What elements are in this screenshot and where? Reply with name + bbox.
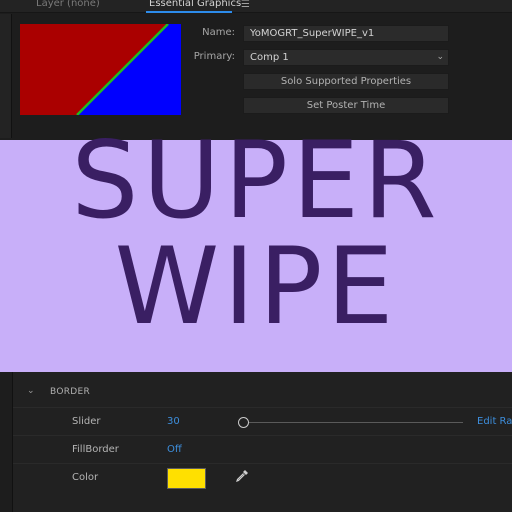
primary-select-value: Comp 1 [250, 52, 289, 63]
solo-supported-properties-button[interactable]: Solo Supported Properties [243, 73, 449, 90]
tab-essential-graphics[interactable]: Essential Graphics [149, 0, 241, 9]
name-input[interactable]: YoMOGRT_SuperWIPE_v1 [243, 25, 449, 42]
color-swatch[interactable] [167, 468, 206, 489]
primary-label: Primary: [193, 51, 235, 62]
section-title: BORDER [50, 387, 91, 397]
menu-icon[interactable]: ☰ [241, 0, 250, 10]
panel-tab-bar: Layer (none) Essential Graphics ☰ [0, 0, 512, 13]
property-row-fillborder: FillBorder Off [13, 436, 512, 464]
banner-title-line-2: WIPE [114, 225, 398, 348]
chevron-down-icon: ⌄ [436, 52, 444, 62]
name-label: Name: [202, 27, 235, 38]
slider-thumb[interactable] [238, 417, 249, 428]
property-row-slider: Slider 30 Edit Ran [13, 408, 512, 436]
poster-thumbnail [20, 24, 181, 115]
slider-value[interactable]: 30 [167, 416, 180, 427]
banner-title-line-1: SUPER [71, 119, 441, 242]
property-row-color: Color [13, 464, 512, 492]
slider-label: Slider [72, 416, 101, 427]
slider-track[interactable] [238, 417, 463, 428]
left-panel-edge [0, 14, 12, 138]
primary-select[interactable]: Comp 1 ⌄ [243, 49, 449, 66]
fillborder-value[interactable]: Off [167, 444, 182, 455]
eyedropper-icon[interactable] [234, 468, 250, 484]
tab-layer[interactable]: Layer (none) [36, 0, 100, 9]
active-tab-indicator [146, 11, 232, 13]
fillborder-label: FillBorder [72, 444, 119, 455]
section-header-border[interactable]: ⌄ BORDER [13, 380, 512, 408]
set-poster-time-button[interactable]: Set Poster Time [243, 97, 449, 114]
chevron-down-icon[interactable]: ⌄ [27, 386, 35, 396]
edit-range-link[interactable]: Edit Ran [477, 416, 512, 427]
color-label: Color [72, 472, 99, 483]
properties-panel: ⌄ BORDER Slider 30 Edit Ran FillBorder O… [12, 372, 512, 512]
